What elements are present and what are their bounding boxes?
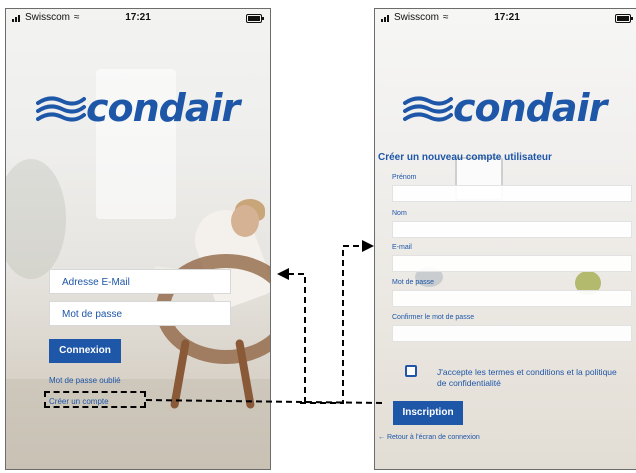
arrow-to-register-button [145,399,387,404]
arrowhead-right [362,240,374,252]
arrow-to-register-screen [300,245,362,404]
arrow-back-to-login [288,273,306,403]
flow-arrows [145,240,387,404]
arrowhead-left [277,268,289,280]
